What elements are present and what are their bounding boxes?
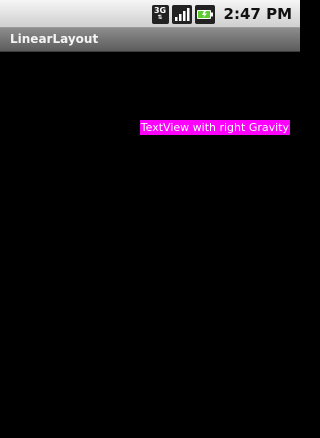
status-clock: 2:47 PM: [224, 5, 292, 23]
status-icons: 3G ⇅ 2:47 PM: [151, 2, 292, 26]
app-title-bar: LinearLayout: [0, 28, 300, 52]
3g-data-icon: 3G ⇅: [151, 4, 169, 24]
linear-layout-content: TextView with right Gravity: [0, 52, 300, 438]
clock-suffix: PM: [266, 5, 292, 23]
data-arrows-icon: ⇅: [157, 14, 163, 21]
battery-icon: [194, 4, 215, 24]
signal-strength-icon: [171, 4, 192, 24]
status-bar: 3G ⇅ 2:47 PM: [0, 0, 300, 28]
android-screen: 3G ⇅ 2:47 PM LinearLayout TextView with …: [0, 0, 300, 438]
clock-time: 2:47: [223, 5, 261, 23]
app-title: LinearLayout: [10, 32, 99, 46]
right-gravity-textview: TextView with right Gravity: [139, 120, 290, 135]
